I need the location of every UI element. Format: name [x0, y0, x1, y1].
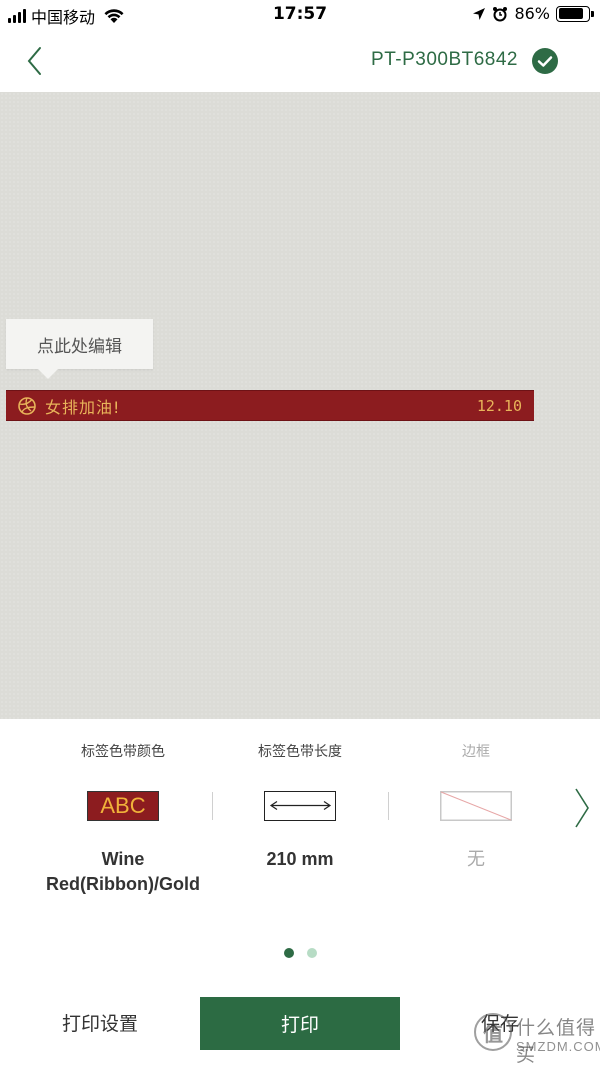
tape-color-value: Wine Red(Ribbon)/Gold	[46, 849, 200, 894]
battery-fill	[558, 8, 584, 19]
status-right: 86%	[472, 4, 594, 23]
battery-icon	[556, 5, 594, 22]
location-icon	[473, 7, 486, 20]
tape-color-title: 标签色带颜色	[81, 744, 165, 760]
print-settings-button[interactable]: 打印设置	[40, 1009, 160, 1036]
label-canvas[interactable]: 点此处编辑 女排加油! 12.10	[0, 92, 600, 719]
page-indicator[interactable]	[0, 948, 600, 958]
label-text: 女排加油!	[45, 397, 121, 417]
device-name[interactable]: PT-P300BT6842	[371, 49, 518, 71]
frame-title: 边框	[462, 744, 490, 760]
connected-check-icon	[532, 48, 558, 74]
edit-tooltip[interactable]: 点此处编辑	[6, 319, 153, 379]
page-dot[interactable]	[306, 948, 317, 958]
frame-value: 无	[467, 849, 485, 869]
volleyball-icon	[18, 396, 36, 415]
label-date: 12.10	[476, 396, 522, 415]
divider	[212, 792, 213, 820]
battery-percent: 86%	[514, 4, 550, 23]
print-button[interactable]: 打印	[200, 997, 400, 1050]
label-preview[interactable]: 女排加油! 12.10	[6, 390, 534, 421]
watermark-sub: SMZDM.COM	[516, 1039, 600, 1054]
settings-panel: 标签色带颜色 ABC Wine Red(Ribbon)/Gold 标签色带长度 …	[0, 719, 600, 989]
back-button[interactable]	[22, 44, 52, 78]
nav-bar: PT-P300BT6842	[0, 32, 600, 92]
watermark: 值 什么值得买 SMZDM.COM	[470, 1007, 600, 1066]
divider	[388, 792, 389, 820]
tape-length-title: 标签色带长度	[258, 744, 342, 760]
watermark-logo-icon: 值	[474, 1013, 512, 1051]
alarm-icon	[493, 6, 508, 21]
tape-length-value: 210 mm	[266, 849, 334, 869]
status-bar: 中国移动 17:57 86%	[0, 0, 600, 32]
chevron-left-icon	[27, 47, 41, 75]
page-dot[interactable]	[283, 948, 294, 958]
no-frame-icon	[440, 791, 512, 821]
tape-color-preview: ABC	[87, 791, 159, 821]
tape-length-icon	[264, 791, 336, 821]
chevron-right-icon[interactable]	[572, 786, 592, 830]
